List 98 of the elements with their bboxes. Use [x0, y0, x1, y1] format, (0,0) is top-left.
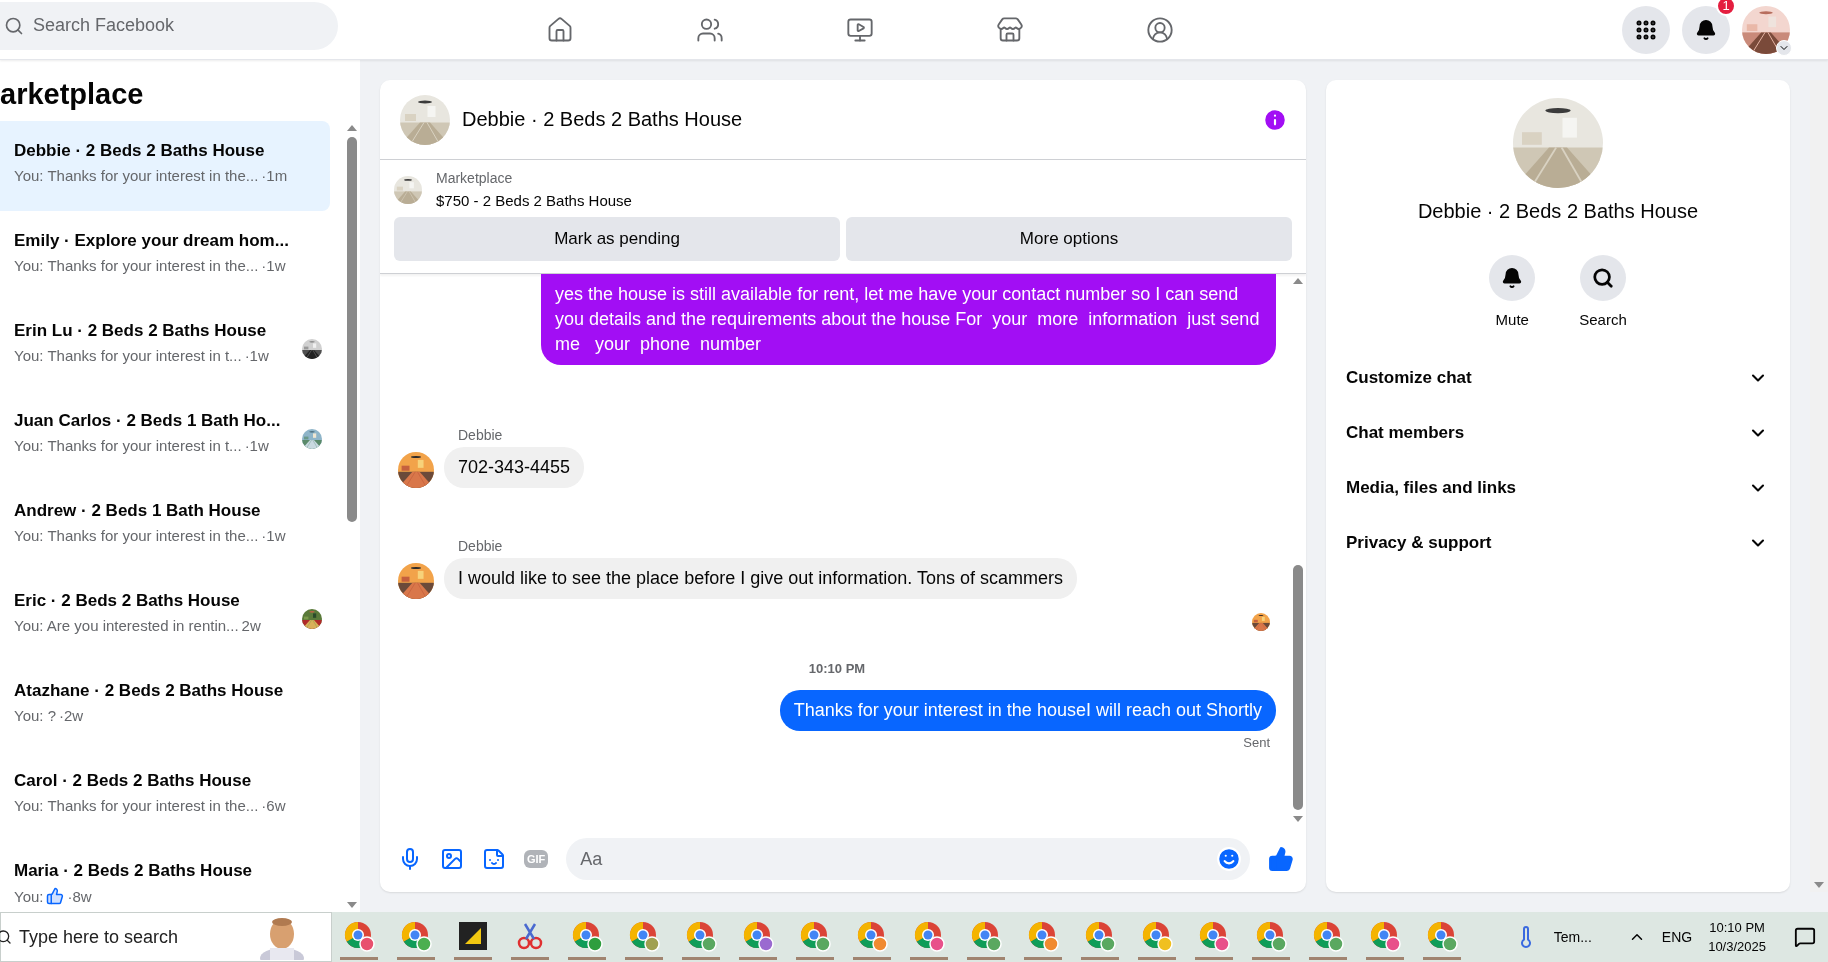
browser-icon [799, 919, 831, 952]
message-preview: You: Thanks for your interest in the... [14, 527, 259, 544]
timestamp: 10:10 PM [808, 661, 866, 676]
search-icon [1592, 267, 1614, 289]
chat-title: Debbie · 2 Beds 2 Baths House [462, 108, 743, 131]
browser-icon [1084, 919, 1116, 952]
message-preview: You: Thanks for your interest in the... [14, 797, 259, 814]
message-preview: You: ? [14, 707, 56, 724]
message-preview: You: Thanks for your interest in t... [14, 437, 242, 454]
browser-icon [1027, 919, 1059, 952]
browser-icon [913, 919, 945, 952]
mute-button[interactable] [1489, 255, 1536, 301]
browser-icon [343, 919, 375, 952]
message-field[interactable]: Aa [566, 838, 1250, 880]
conversation-item[interactable]: Atazhane · 2 Beds 2 Baths House You: ? ·2w [0, 661, 330, 751]
conversation-name: Emily · Explore your dream hom... [14, 231, 289, 251]
browser-icon [1426, 919, 1458, 952]
search-button[interactable] [1580, 255, 1626, 301]
message-status: Sent [1243, 735, 1270, 750]
browser-icon [856, 919, 888, 952]
conversation-item[interactable]: Carol · 2 Beds 2 Baths House You: Thanks for your interest in the... ·6w [0, 751, 330, 841]
search-icon [0, 929, 12, 945]
browser-icon [1369, 919, 1401, 952]
sticker-icon[interactable] [482, 847, 506, 871]
language-indicator[interactable]: ENG [1661, 929, 1693, 945]
clock-time[interactable]: 10:10 PM [1709, 918, 1765, 937]
search-field[interactable]: Search Facebook [0, 1, 338, 50]
message-time: 2w [241, 617, 261, 634]
browser-icon [970, 919, 1002, 952]
sender-name: Debbie [458, 427, 504, 443]
account-button[interactable] [1742, 5, 1790, 54]
message-bubble: 702-343-4455 [444, 447, 585, 488]
message-bubble: Thanks for your interest in the houseI will reach out Shortly [779, 690, 1276, 731]
message-preview: You: Thanks for your interest in the... [14, 167, 259, 184]
bell-icon [1501, 267, 1524, 289]
browser-icon [571, 919, 603, 952]
clock-date[interactable]: 10/3/2025 [1708, 937, 1766, 956]
listing-label: Marketplace [436, 170, 514, 186]
action-label: Mute [1495, 311, 1529, 328]
conversation-item[interactable]: Maria · 2 Beds 2 Baths House You: ·8w [0, 841, 330, 912]
conversation-item[interactable]: Eric · 2 Beds 2 Baths House You: Are you interested in rentin... 2w [0, 571, 330, 661]
message-preview: You: Thanks for your interest in the... [14, 257, 259, 274]
scrollbar[interactable] [1810, 80, 1828, 892]
browser-icon [1255, 919, 1287, 952]
action-label: Search [1579, 311, 1627, 328]
conversation-item[interactable]: Emily · Explore your dream hom... You: Thanks for your interest in the... ·1w [0, 211, 330, 301]
message-time: ·1w [261, 527, 286, 544]
notification-center-icon[interactable] [1794, 926, 1816, 948]
conversation-name: Debbie · 2 Beds 2 Baths House [14, 141, 265, 161]
sender-name: Debbie [458, 538, 504, 554]
browser-icon [1312, 919, 1344, 952]
message-preview: You: Thanks for your interest in t... [14, 347, 242, 364]
sticky-note-icon [459, 921, 487, 950]
conversation-item[interactable]: Andrew · 2 Beds 1 Bath House You: Thanks for your interest in the... ·1w [0, 481, 330, 571]
browser-icon [685, 919, 717, 952]
browser-icon [1141, 919, 1173, 952]
weather-label[interactable]: Tem... [1553, 929, 1592, 945]
conversation-name: Erin Lu · 2 Beds 2 Baths House [14, 321, 267, 341]
thumbs-up-icon[interactable] [1268, 846, 1294, 872]
image-icon[interactable] [440, 847, 464, 871]
conversation-name: Carol · 2 Beds 2 Baths House [14, 771, 252, 791]
section-header[interactable]: Customize chat [1326, 350, 1790, 405]
conversation-item[interactable]: Erin Lu · 2 Beds 2 Baths House You: Thanks for your interest in t... ·1w [0, 301, 330, 391]
message-time: ·2w [59, 707, 84, 724]
menu-button[interactable] [1622, 5, 1670, 54]
conversation-item[interactable]: Debbie · 2 Beds 2 Baths House You: Thanks for your interest in the... ·1m [0, 121, 330, 211]
browser-icon [1198, 919, 1230, 952]
message-preview: You: Are you interested in rentin... [14, 617, 239, 634]
conversation-name: Andrew · 2 Beds 1 Bath House [14, 501, 261, 521]
section-header[interactable]: Media, files and links [1326, 460, 1790, 515]
browser-icon [400, 919, 432, 952]
chat-name: Debbie · 2 Beds 2 Baths House [1417, 200, 1699, 223]
conversation-name: Eric · 2 Beds 2 Baths House [14, 591, 240, 611]
conversation-name: Maria · 2 Beds 2 Baths House [14, 861, 253, 881]
message-time: ·1m [261, 167, 288, 184]
listing-action-button[interactable]: More options [846, 217, 1292, 261]
section-header[interactable]: Chat members [1326, 405, 1790, 460]
page-title: arketplace [0, 77, 145, 112]
browser-icon [628, 919, 660, 952]
section-header[interactable]: Privacy & support [1326, 515, 1790, 570]
search-icon [4, 15, 24, 36]
conversation-item[interactable]: Juan Carlos · 2 Beds 1 Bath Ho... You: Thanks for your interest in t... ·1w [0, 391, 330, 481]
message-preview: You: [14, 887, 44, 905]
browser-icon [742, 919, 774, 952]
message-bubble: I would like to see the place before I give out information. Tons of scammers [444, 558, 1077, 599]
listing-action-button[interactable]: Mark as pending [394, 217, 840, 261]
bell-icon [1695, 18, 1717, 41]
conversation-name: Atazhane · 2 Beds 2 Baths House [14, 681, 284, 701]
message-time: ·1w [244, 347, 269, 364]
message-time: ·1w [261, 257, 286, 274]
listing-title: $750 - 2 Beds 2 Baths House [436, 192, 632, 209]
conversation-name: Juan Carlos · 2 Beds 1 Bath Ho... [14, 411, 281, 431]
thumbs-up-icon [46, 887, 65, 905]
notification-count: 1 [1716, 0, 1736, 16]
message-bubble: yes the house is still available for rent, let me have your contact number so I can send you details and the requirements about the house For your more information just send me your phone number [541, 274, 1276, 365]
message-time: ·6w [261, 797, 286, 814]
message-time: ·8w [67, 887, 92, 905]
message-time: ·1w [244, 437, 269, 454]
